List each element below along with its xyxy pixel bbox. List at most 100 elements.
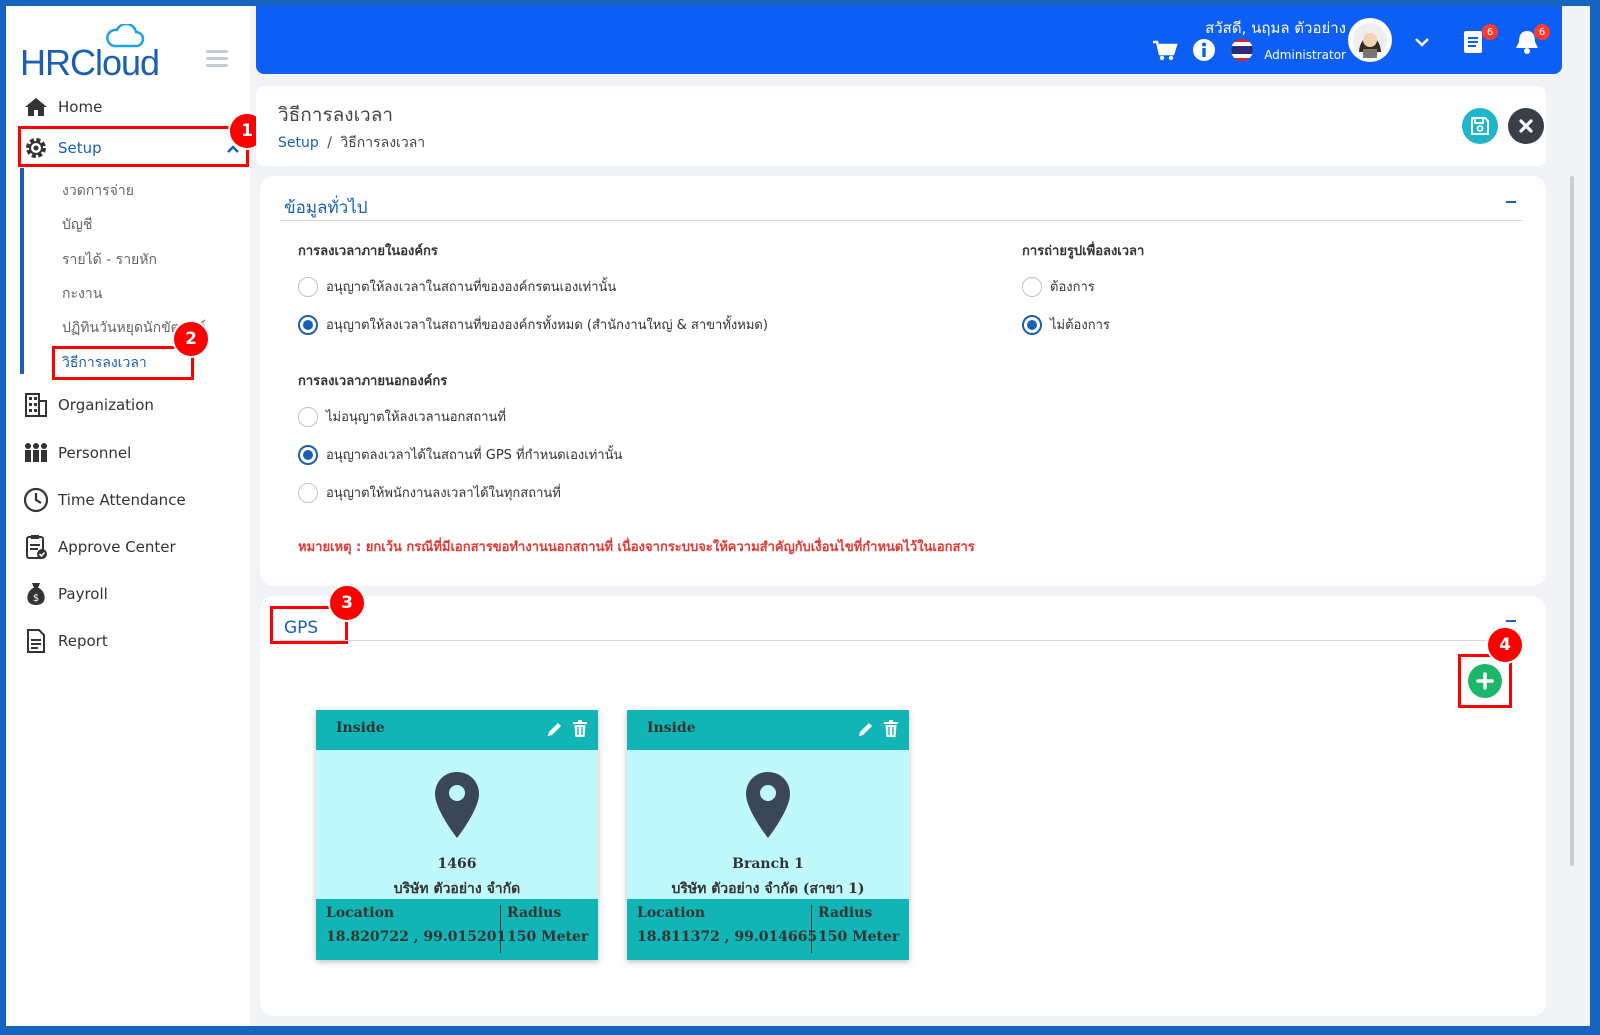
page-title: วิธีการลงเวลา <box>278 104 394 126</box>
map-pin-icon <box>435 772 479 838</box>
radius-value: 150 Meter <box>818 929 900 945</box>
page-scrollbar[interactable] <box>1570 176 1574 866</box>
location-company: บริษัท ตัวอย่าง จำกัด <box>393 881 521 897</box>
general-info-card: ข้อมูลทั่วไป การลงเวลาภายในองค์กร อนุญาต… <box>260 176 1546 586</box>
inside-option-all-org[interactable]: อนุญาตให้ลงเวลาในสถานที่ขององค์กรทั้งหมด… <box>298 314 768 335</box>
inside-org-title: การลงเวลาภายในองค์กร <box>298 244 438 259</box>
sidebar-item-home[interactable]: Home <box>22 90 102 124</box>
submenu-item-shift[interactable]: กะงาน <box>62 283 102 305</box>
radio-button[interactable] <box>1022 276 1042 297</box>
outside-option-gps-only[interactable]: อนุญาตลงเวลาได้ในสถานที่ GPS ที่กำหนดเอง… <box>298 444 622 465</box>
outside-org-title: การลงเวลาภายนอกองค์กร <box>298 374 448 389</box>
sidebar-item-approve-center[interactable]: Approve Center <box>22 530 176 564</box>
outside-option-anywhere[interactable]: อนุญาตให้พนักงานลงเวลาได้ในทุกสถานที่ <box>298 482 561 503</box>
location-card-footer: Location 18.820722 , 99.015201 Radius 15… <box>316 899 598 960</box>
sidebar-item-personnel[interactable]: Personnel <box>22 436 131 470</box>
breadcrumb: Setup / วิธีการลงเวลา <box>278 132 425 154</box>
collapse-general-button[interactable] <box>1506 201 1516 203</box>
location-coords: 18.811372 , 99.014665 <box>637 929 818 945</box>
radius-label: Radius <box>507 905 562 921</box>
sidebar-item-label: Setup <box>58 139 102 157</box>
page-header: วิธีการลงเวลา Setup / วิธีการลงเวลา <box>256 86 1546 166</box>
radius-label: Radius <box>818 905 873 921</box>
documents-badge: 6 <box>1482 24 1498 40</box>
location-label: Location <box>637 905 706 921</box>
close-icon <box>1519 119 1533 133</box>
cart-icon[interactable] <box>1152 40 1178 62</box>
trash-icon[interactable] <box>572 720 588 738</box>
avatar-image <box>1353 23 1387 58</box>
location-label: Location <box>326 905 395 921</box>
info-icon[interactable] <box>1192 38 1216 62</box>
menu-toggle-icon[interactable] <box>206 50 228 68</box>
option-label: ไม่อนุญาตให้ลงเวลานอกสถานที่ <box>326 410 506 425</box>
footer-divider <box>811 905 812 953</box>
document-icon <box>22 627 50 655</box>
location-name: 1466 <box>437 856 477 872</box>
radio-button[interactable] <box>298 482 318 503</box>
avatar[interactable] <box>1348 18 1392 62</box>
gear-icon <box>22 134 50 162</box>
photo-option-not-required[interactable]: ไม่ต้องการ <box>1022 314 1110 335</box>
logo[interactable]: HRCloud <box>20 24 170 83</box>
breadcrumb-current: วิธีการลงเวลา <box>340 135 426 151</box>
top-header: สวัสดี, นฤมล ตัวอย่าง Administrator 6 6 <box>256 6 1562 74</box>
radio-button-selected[interactable] <box>1022 314 1042 335</box>
chevron-down-icon[interactable] <box>1414 36 1430 48</box>
add-location-button[interactable] <box>1468 664 1502 698</box>
photo-title: การถ่ายรูปเพื่อลงเวลา <box>1022 244 1145 259</box>
sidebar-item-payroll[interactable]: $ Payroll <box>22 577 108 611</box>
collapse-gps-button[interactable] <box>1506 620 1516 622</box>
people-icon <box>22 439 50 467</box>
building-icon <box>22 391 50 419</box>
sidebar-item-label: Personnel <box>58 444 132 462</box>
location-name: Branch 1 <box>732 856 804 872</box>
sidebar-item-report[interactable]: Report <box>22 624 108 658</box>
save-button[interactable] <box>1462 108 1498 144</box>
submenu-item-income-deduction[interactable]: รายได้ - รายหัก <box>62 249 157 271</box>
option-label: อนุญาตลงเวลาได้ในสถานที่ GPS ที่กำหนดเอง… <box>326 448 623 463</box>
annotation-badge-4: 4 <box>1486 626 1524 664</box>
submenu-item-attendance-method[interactable]: วิธีการลงเวลา <box>62 352 147 374</box>
cloud-icon <box>106 24 145 48</box>
annotation-badge-2: 2 <box>172 320 210 358</box>
sidebar-item-organization[interactable]: Organization <box>22 388 154 422</box>
sidebar-item-label: Organization <box>58 396 154 414</box>
floppy-disk-icon <box>1471 117 1489 135</box>
map-pin-icon <box>746 772 790 838</box>
app-frame: HRCloud Home Setup 1 งวดการจ่าย บัญชี รา… <box>6 6 1590 1026</box>
location-card-footer: Location 18.811372 , 99.014665 Radius 15… <box>627 899 909 960</box>
submenu-item-pay-period[interactable]: งวดการจ่าย <box>62 180 134 202</box>
photo-option-required[interactable]: ต้องการ <box>1022 276 1095 297</box>
divider <box>280 640 1522 641</box>
outside-option-not-allowed[interactable]: ไม่อนุญาตให้ลงเวลานอกสถานที่ <box>298 406 506 427</box>
note-text: หมายเหตุ : ยกเว้น กรณีที่มีเอกสารขอทำงาน… <box>298 540 975 555</box>
radio-button[interactable] <box>298 406 318 427</box>
radio-button-selected[interactable] <box>298 314 318 335</box>
thai-flag-icon[interactable] <box>1230 38 1254 62</box>
plus-icon <box>1476 672 1494 690</box>
option-label: ไม่ต้องการ <box>1050 318 1110 333</box>
radio-button-selected[interactable] <box>298 444 318 465</box>
sidebar-item-time-attendance[interactable]: Time Attendance <box>22 483 186 517</box>
location-company: บริษัท ตัวอย่าง จำกัด (สาขา 1) <box>671 881 865 897</box>
inside-option-own-org[interactable]: อนุญาตให้ลงเวลาในสถานที่ขององค์กรตนเองเท… <box>298 276 616 297</box>
footer-divider <box>500 905 501 953</box>
pencil-icon[interactable] <box>546 720 564 738</box>
option-label: อนุญาตให้ลงเวลาในสถานที่ขององค์กรตนเองเท… <box>326 280 617 295</box>
annotation-badge-3: 3 <box>328 584 366 622</box>
pencil-icon[interactable] <box>857 720 875 738</box>
location-coords: 18.820722 , 99.015201 <box>326 929 507 945</box>
trash-icon[interactable] <box>883 720 899 738</box>
location-type: Inside <box>647 720 696 736</box>
radius-value: 150 Meter <box>507 929 589 945</box>
sidebar-item-setup[interactable]: Setup <box>22 131 102 165</box>
radio-button[interactable] <box>298 276 318 297</box>
gps-card: GPS 3 4 Inside 1466 บริษัท ตัวอย่าง จำกั… <box>260 584 1546 1016</box>
sidebar-item-label: Approve Center <box>58 538 176 556</box>
breadcrumb-link-setup[interactable]: Setup <box>278 135 319 151</box>
location-card: Inside Branch 1 บริษัท ตัวอย่าง จำกัด (ส… <box>627 710 909 960</box>
role-text: Administrator <box>1264 48 1346 62</box>
submenu-item-account[interactable]: บัญชี <box>62 214 92 236</box>
close-button[interactable] <box>1508 108 1544 144</box>
